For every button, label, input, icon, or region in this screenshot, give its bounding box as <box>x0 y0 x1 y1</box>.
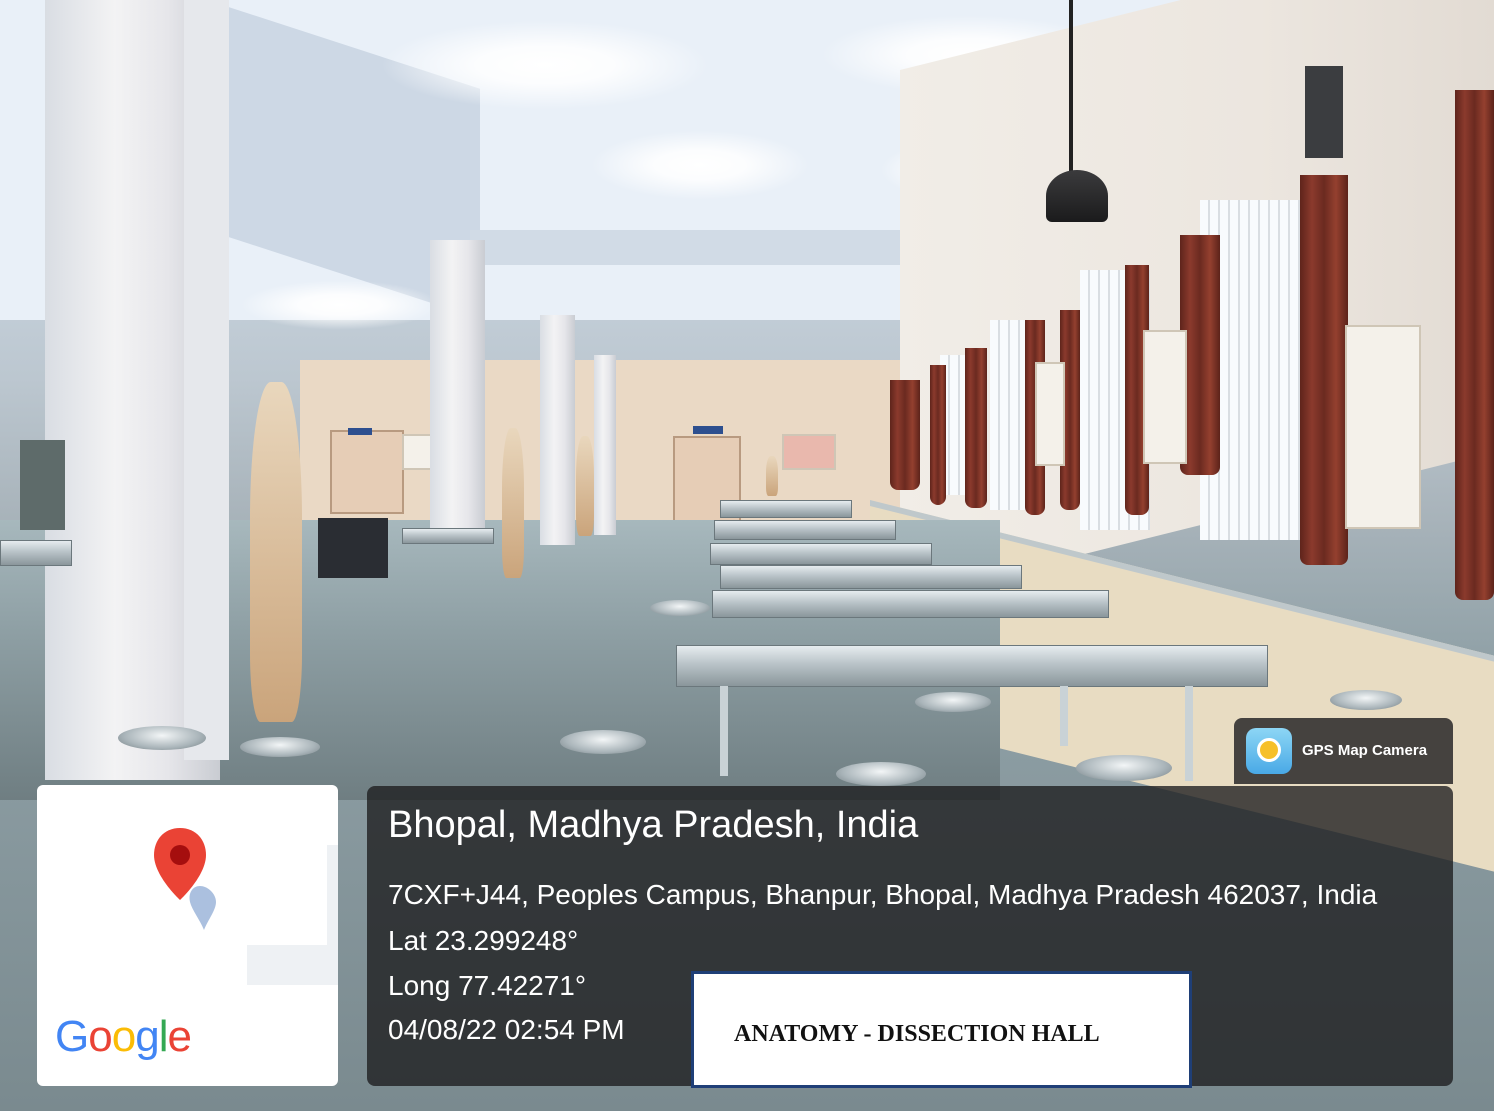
anatomy-poster <box>782 434 836 470</box>
stool <box>1076 755 1172 781</box>
stool <box>240 737 320 757</box>
chairs <box>318 518 388 578</box>
door <box>330 430 404 514</box>
stool <box>560 730 646 754</box>
stool <box>915 692 991 712</box>
dissection-table <box>720 500 852 518</box>
app-name: GPS Map Camera <box>1302 742 1428 759</box>
skeleton-model <box>502 428 524 578</box>
caption-box: ANATOMY - DISSECTION HALL <box>691 971 1192 1088</box>
door-sign <box>693 426 723 434</box>
ceiling-beam <box>470 230 910 265</box>
wall-chart <box>1143 330 1187 464</box>
dissection-table <box>712 590 1109 618</box>
location-address: 7CXF+J44, Peoples Campus, Bhanpur, Bhopa… <box>388 879 1378 910</box>
ceiling-light <box>380 20 710 110</box>
google-logo: Google <box>55 1012 192 1061</box>
stool <box>1330 690 1402 710</box>
skeleton-model <box>766 456 778 496</box>
location-title: Bhopal, Madhya Pradesh, India <box>388 804 919 846</box>
cabinet <box>20 440 65 530</box>
dissection-table <box>714 520 896 540</box>
dissection-table <box>402 528 494 544</box>
stool <box>836 762 926 786</box>
map-pin-icon <box>154 828 216 930</box>
latitude: Lat 23.299248° <box>388 925 579 956</box>
loudspeaker <box>1305 66 1343 158</box>
door-sign <box>348 428 372 435</box>
skeleton-model <box>250 382 302 722</box>
curtain <box>965 348 987 508</box>
dissection-table <box>710 543 932 565</box>
map-road <box>247 945 338 985</box>
longitude: Long 77.42271° <box>388 970 587 1001</box>
curtain <box>1300 175 1348 565</box>
curtain <box>1455 90 1494 600</box>
stool <box>118 726 206 750</box>
pillar <box>184 0 229 760</box>
lamp-cord <box>1069 0 1073 175</box>
stool <box>650 600 710 616</box>
dissection-table <box>0 540 72 566</box>
dissection-table <box>720 565 1022 589</box>
map-road <box>327 845 338 965</box>
gps-map-camera-badge: GPS Map Camera <box>1234 718 1453 784</box>
curtain <box>890 380 920 490</box>
wall-chart <box>1035 362 1065 466</box>
pillar <box>540 315 575 545</box>
pendant-lamp <box>1046 170 1108 222</box>
caption-text: ANATOMY - DISSECTION HALL <box>734 1021 1100 1047</box>
gps-map-camera-icon <box>1246 728 1292 774</box>
pillar <box>430 240 485 540</box>
date-time: 04/08/22 02:54 PM <box>388 1014 625 1045</box>
skeleton-model <box>576 436 594 536</box>
dissection-table <box>676 645 1268 687</box>
curtain <box>930 365 946 505</box>
table-leg <box>1185 686 1193 781</box>
ceiling-light <box>590 130 810 200</box>
pillar <box>594 355 616 535</box>
ceiling-light <box>240 280 440 330</box>
table-leg <box>720 686 728 776</box>
wall-chart <box>1345 325 1421 529</box>
table-leg <box>1060 686 1068 746</box>
